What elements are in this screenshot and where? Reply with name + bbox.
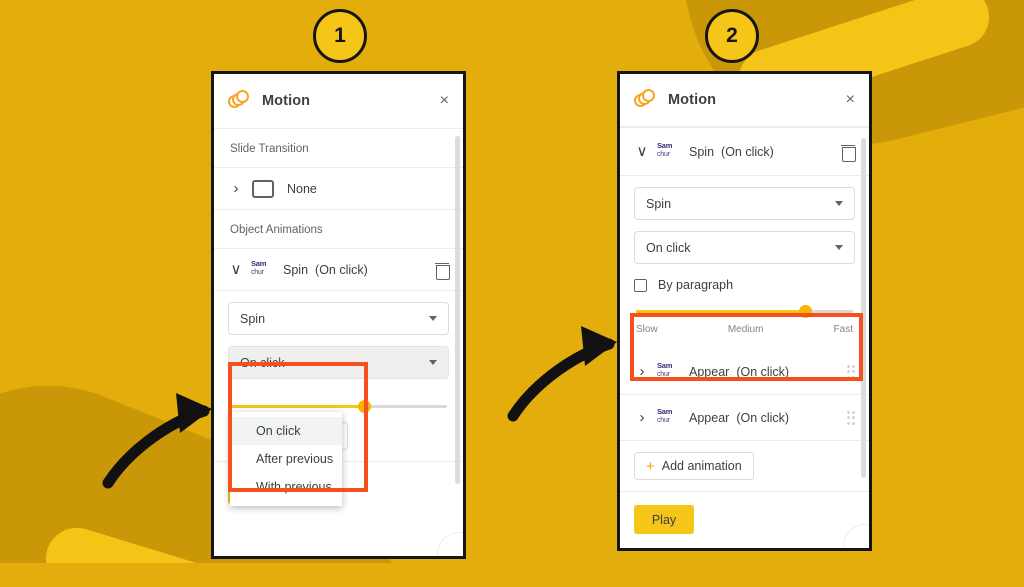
motion-coins-icon [634,89,656,111]
object-animations-label: Object Animations [214,210,463,249]
animation-name: Appear [689,410,730,425]
animation-row-appear-2[interactable]: › Sam chur Appear (On click) [620,395,869,441]
thumbnail-line-2: chur [251,268,264,276]
chevron-down-icon[interactable]: ∨ [228,262,244,277]
chevron-down-icon [429,360,437,365]
slide-transition-label: Slide Transition [214,129,463,168]
animation-name: Spin [283,262,309,277]
chevron-right-icon[interactable]: › [634,410,650,425]
animation-trigger: (On click) [736,410,790,425]
motion-coins-icon [228,90,250,112]
effect-select[interactable]: Spin [228,302,449,335]
animation-name: Spin [689,144,715,159]
object-thumbnail: Sam chur [251,260,273,279]
step-number: 1 [334,24,346,47]
transition-value: None [287,181,317,196]
panel-scrollbar[interactable] [455,136,460,484]
step-badge-1: 1 [313,9,367,63]
trigger-select-value: On click [646,240,691,255]
by-paragraph-row[interactable]: By paragraph [620,264,869,296]
thumbnail-line-1: Sam [657,408,673,416]
thumbnail-line-2: chur [657,150,670,158]
thumbnail-line-1: Sam [657,142,673,150]
effect-field-wrap: Spin [214,291,463,335]
corner-circle-decoration [437,532,463,556]
trigger-field-wrap: On click [620,220,869,264]
add-animation-wrap: + Add animation [620,441,869,492]
panel-header: Motion × [214,74,463,129]
drag-handle-icon[interactable] [846,410,855,425]
panel-title: Motion [262,93,311,109]
curved-arrow-2 [507,326,617,422]
plus-icon: + [646,457,655,475]
close-icon[interactable]: × [440,93,449,109]
highlight-box-speed-slider [630,313,863,381]
animation-row-spin[interactable]: ∨ Sam chur Spin (On click) [620,127,869,176]
thumbnail-line-1: Sam [251,260,267,268]
effect-select-value: Spin [240,311,266,326]
slide-thumbnail-icon [252,179,274,198]
bottom-strip [0,563,1024,587]
object-thumbnail: Sam chur [657,408,679,427]
add-animation-button[interactable]: + Add animation [634,452,754,480]
object-thumbnail: Sam chur [657,142,679,161]
chevron-right-icon[interactable]: › [228,181,244,196]
trash-icon[interactable] [435,262,450,280]
play-wrap: Play [620,492,869,547]
play-button[interactable]: Play [634,505,694,534]
highlight-box-trigger-dropdown [228,362,368,492]
panel-title: Motion [668,92,717,108]
thumbnail-line-2: chur [657,416,670,424]
step-number: 2 [726,24,738,47]
by-paragraph-label: By paragraph [658,278,734,292]
slide-transition-row[interactable]: › None [214,168,463,210]
animation-trigger: (On click) [721,144,774,159]
animation-trigger: (On click) [315,262,368,277]
effect-select-value: Spin [646,196,672,211]
chevron-down-icon [835,201,843,206]
by-paragraph-checkbox[interactable] [634,278,647,292]
chevron-down-icon [835,245,843,250]
close-icon[interactable]: × [846,92,855,108]
motion-panel-step2: Motion × ∨ Sam chur Spin (On click) Spin [617,71,872,551]
trigger-select[interactable]: On click [634,231,855,264]
curved-arrow-1 [102,393,212,489]
chevron-down-icon [429,316,437,321]
panel-header: Motion × [620,74,869,127]
trash-icon[interactable] [841,144,856,162]
chevron-down-icon[interactable]: ∨ [634,144,650,159]
step-badge-2: 2 [705,9,759,63]
panel-scrollbar[interactable] [861,138,866,478]
screenshot-canvas: 1 2 Motion × Slide Transition › None Obj… [0,0,1024,587]
effect-field-wrap: Spin [620,176,869,220]
animation-row-spin[interactable]: ∨ Sam chur Spin (On click) [214,249,463,291]
effect-select[interactable]: Spin [634,187,855,220]
add-animation-label: Add animation [661,459,742,473]
